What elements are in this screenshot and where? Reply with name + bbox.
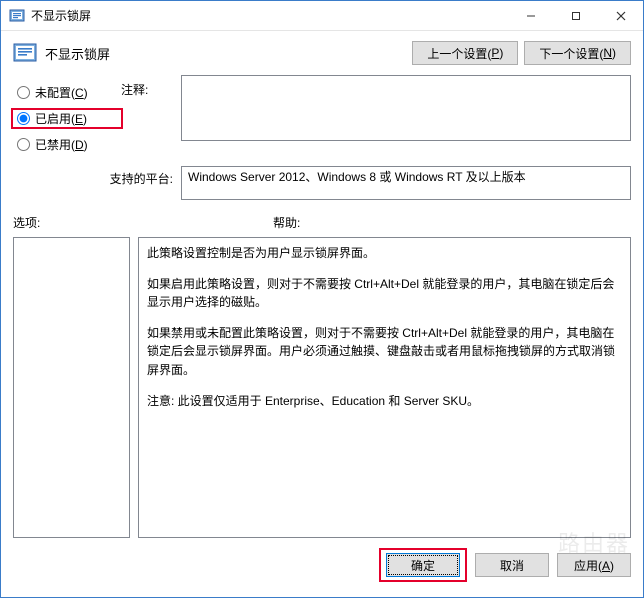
radio-not-configured-input[interactable] xyxy=(17,86,30,99)
options-heading: 选项: xyxy=(13,214,263,231)
close-button[interactable] xyxy=(598,1,643,31)
comment-label: 注释: xyxy=(121,75,181,98)
cancel-button[interactable]: 取消 xyxy=(475,553,549,577)
comment-textarea[interactable] xyxy=(181,75,631,141)
policy-icon xyxy=(13,42,37,64)
minimize-button[interactable] xyxy=(508,1,553,31)
radio-disabled-input[interactable] xyxy=(17,138,30,151)
supported-on-text[interactable]: Windows Server 2012、Windows 8 或 Windows … xyxy=(181,166,631,200)
help-pane[interactable]: 此策略设置控制是否为用户显示锁屏界面。 如果启用此策略设置，则对于不需要按 Ct… xyxy=(138,237,631,538)
help-text: 如果启用此策略设置，则对于不需要按 Ctrl+Alt+Del 就能登录的用户，其… xyxy=(147,275,622,312)
help-text: 注意: 此设置仅适用于 Enterprise、Education 和 Serve… xyxy=(147,392,622,411)
help-heading: 帮助: xyxy=(263,214,631,231)
options-pane[interactable] xyxy=(13,237,130,538)
policy-title: 不显示锁屏 xyxy=(45,44,110,63)
dialog-footer: 确定 取消 应用(A) xyxy=(1,538,643,592)
header: 不显示锁屏 上一个设置(P) 下一个设置(N) xyxy=(1,31,643,71)
apply-button[interactable]: 应用(A) xyxy=(557,553,631,577)
next-setting-button[interactable]: 下一个设置(N) xyxy=(524,41,631,65)
radio-enabled-input[interactable] xyxy=(17,112,30,125)
window-title: 不显示锁屏 xyxy=(31,7,91,24)
radio-enabled[interactable]: 已启用(E) xyxy=(11,108,123,129)
help-text: 如果禁用或未配置此策略设置，则对于不需要按 Ctrl+Alt+Del 就能登录的… xyxy=(147,324,622,380)
titlebar: 不显示锁屏 xyxy=(1,1,643,31)
state-radio-group: 未配置(C) 已启用(E) 已禁用(D) xyxy=(13,75,121,160)
supported-on-label: 支持的平台: xyxy=(13,166,181,200)
policy-icon xyxy=(9,8,25,24)
previous-setting-button[interactable]: 上一个设置(P) xyxy=(412,41,518,65)
help-text: 此策略设置控制是否为用户显示锁屏界面。 xyxy=(147,244,622,263)
maximize-button[interactable] xyxy=(553,1,598,31)
radio-not-configured[interactable]: 未配置(C) xyxy=(13,83,121,102)
ok-button-highlight: 确定 xyxy=(379,548,467,582)
ok-button[interactable]: 确定 xyxy=(386,553,460,577)
radio-disabled[interactable]: 已禁用(D) xyxy=(13,135,121,154)
